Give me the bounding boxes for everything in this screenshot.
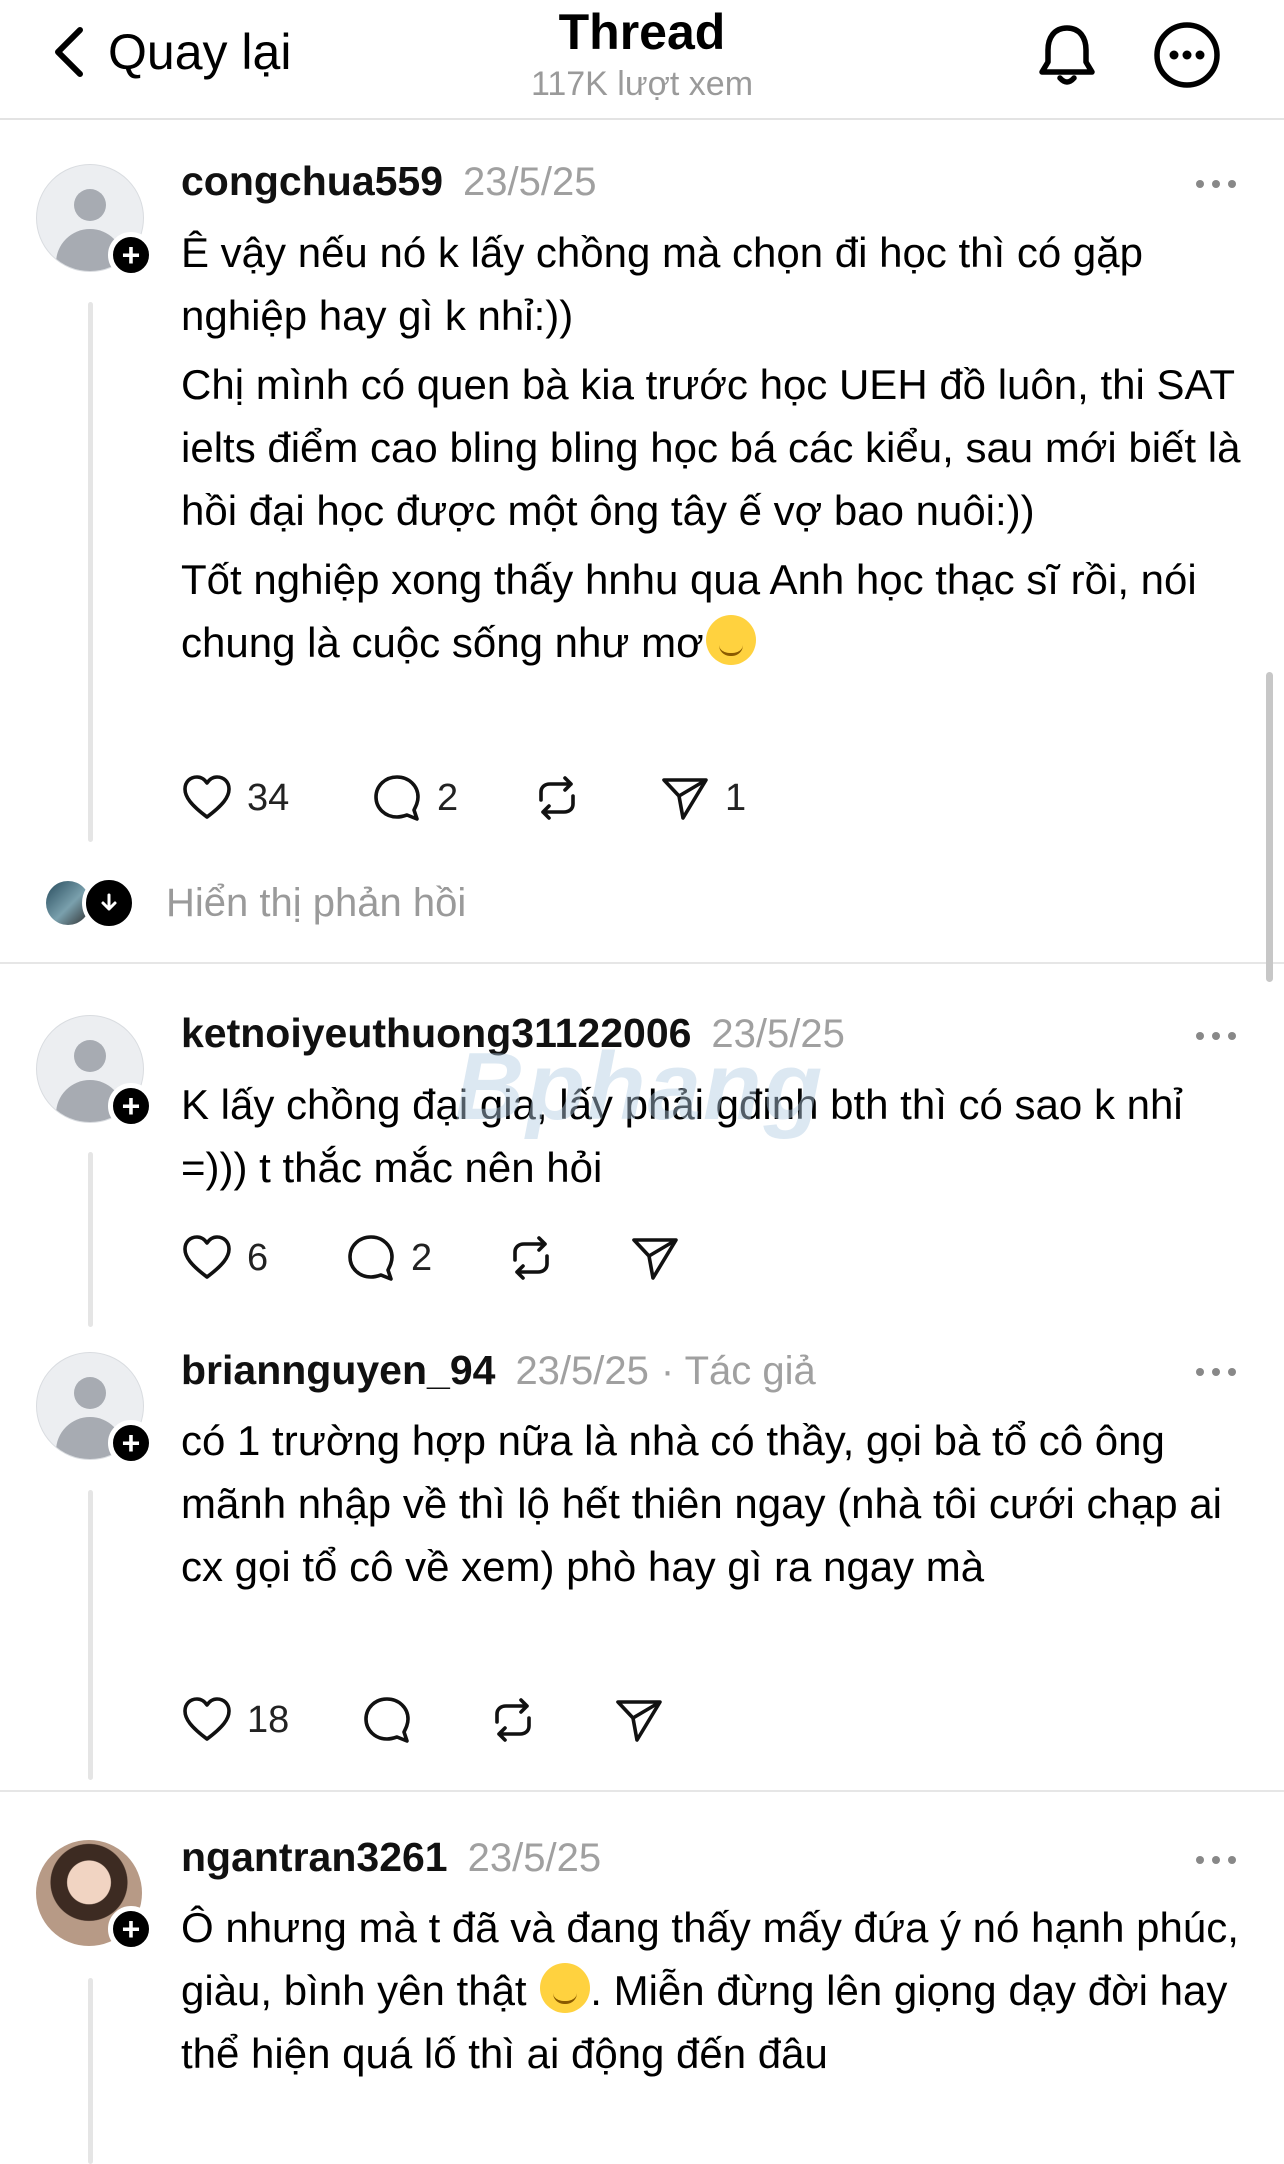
like-count: 34 (247, 776, 290, 819)
follow-plus-button[interactable]: + (108, 1420, 154, 1466)
comment-icon (364, 1697, 410, 1743)
repost-button[interactable] (505, 1228, 557, 1288)
like-button[interactable]: 34 (181, 768, 289, 828)
post-paragraph-text: Tốt nghiệp xong thấy hnhu qua Anh học th… (181, 556, 1197, 666)
reply-button[interactable] (361, 1690, 413, 1750)
relieved-face-emoji (705, 615, 756, 665)
thread-line (88, 1978, 93, 2164)
repost-icon (539, 776, 575, 820)
more-icon[interactable] (1192, 174, 1240, 194)
avatar-head-shape (74, 1377, 106, 1409)
post-date: 23/5/25 (515, 1349, 649, 1393)
avatar-head-shape (74, 1040, 106, 1072)
divider (0, 962, 1284, 964)
heart-icon (183, 1235, 231, 1279)
repost-button[interactable] (531, 768, 583, 828)
send-icon (632, 1238, 678, 1280)
more-icon[interactable] (1192, 1850, 1240, 1870)
grinning-sweat-emoji (540, 1963, 591, 2013)
author-tag: · Tác giả (660, 1349, 816, 1393)
like-button[interactable]: 18 (181, 1690, 289, 1750)
comment-icon (374, 775, 420, 821)
post-meta: briannguyen_94 23/5/25 · Tác giả (181, 1347, 816, 1394)
like-button[interactable]: 6 (181, 1228, 268, 1288)
bell-icon[interactable] (1032, 20, 1102, 90)
heart-icon (183, 1697, 231, 1741)
comment-icon (348, 1235, 394, 1281)
username[interactable]: briannguyen_94 (181, 1347, 495, 1394)
follow-plus-button[interactable]: + (108, 1906, 154, 1952)
watermark-text: Bphang (455, 1033, 825, 1140)
share-button[interactable] (629, 1228, 681, 1288)
post-paragraph: Ô nhưng mà t đã và đang thấy mấy đứa ý n… (181, 1896, 1251, 2085)
post-text: Ê vậy nếu nó k lấy chồng mà chọn đi học … (181, 221, 1251, 674)
post-paragraph: Ê vậy nếu nó k lấy chồng mà chọn đi học … (181, 229, 1143, 339)
reply-count: 2 (437, 776, 459, 819)
thread-line (88, 1490, 93, 1780)
reply-button[interactable]: 2 (371, 768, 458, 828)
top-bar: Quay lại Thread 117K lượt xem (0, 0, 1284, 120)
show-replies-label: Hiển thị phản hồi (166, 880, 467, 925)
more-icon[interactable] (1192, 1362, 1240, 1382)
post-text: Ô nhưng mà t đã và đang thấy mấy đứa ý n… (181, 1896, 1251, 2085)
username[interactable]: ngantran3261 (181, 1834, 448, 1881)
divider (0, 1790, 1284, 1792)
post-date: 23/5/25 (463, 160, 597, 204)
send-icon (662, 778, 708, 820)
avatar-head-shape (74, 189, 106, 221)
post-paragraph: có 1 trường hợp nữa là nhà có thầy, gọi … (181, 1417, 1222, 1590)
post-meta: ngantran3261 23/5/25 (181, 1834, 601, 1881)
post-text: có 1 trường hợp nữa là nhà có thầy, gọi … (181, 1409, 1251, 1598)
follow-plus-button[interactable]: + (108, 232, 154, 278)
share-button[interactable] (613, 1690, 665, 1750)
follow-plus-button[interactable]: + (108, 1083, 154, 1129)
username[interactable]: congchua559 (181, 158, 443, 205)
post-paragraph: Tốt nghiệp xong thấy hnhu qua Anh học th… (181, 548, 1251, 674)
thread-line (88, 302, 93, 842)
share-count: 1 (725, 776, 747, 819)
repost-icon (495, 1698, 531, 1742)
reply-count: 2 (411, 1236, 433, 1279)
more-icon[interactable] (1192, 1026, 1240, 1046)
more-circle-icon[interactable] (1152, 20, 1222, 90)
like-count: 6 (247, 1236, 269, 1279)
reply-button[interactable]: 2 (345, 1228, 432, 1288)
post-date: 23/5/25 (467, 1836, 602, 1880)
post-paragraph: Chị mình có quen bà kia trước học UEH đồ… (181, 361, 1241, 534)
heart-icon (183, 775, 231, 819)
arrow-down-icon (82, 876, 136, 930)
repost-icon (513, 1236, 549, 1280)
scrollbar[interactable] (1266, 672, 1273, 982)
like-count: 18 (247, 1698, 290, 1741)
thread-line (88, 1152, 93, 1327)
send-icon (616, 1700, 662, 1742)
show-replies-link[interactable]: Hiển thị phản hồi (46, 876, 466, 930)
share-button[interactable]: 1 (659, 768, 746, 828)
post-meta: congchua559 23/5/25 (181, 158, 597, 205)
repost-button[interactable] (487, 1690, 539, 1750)
